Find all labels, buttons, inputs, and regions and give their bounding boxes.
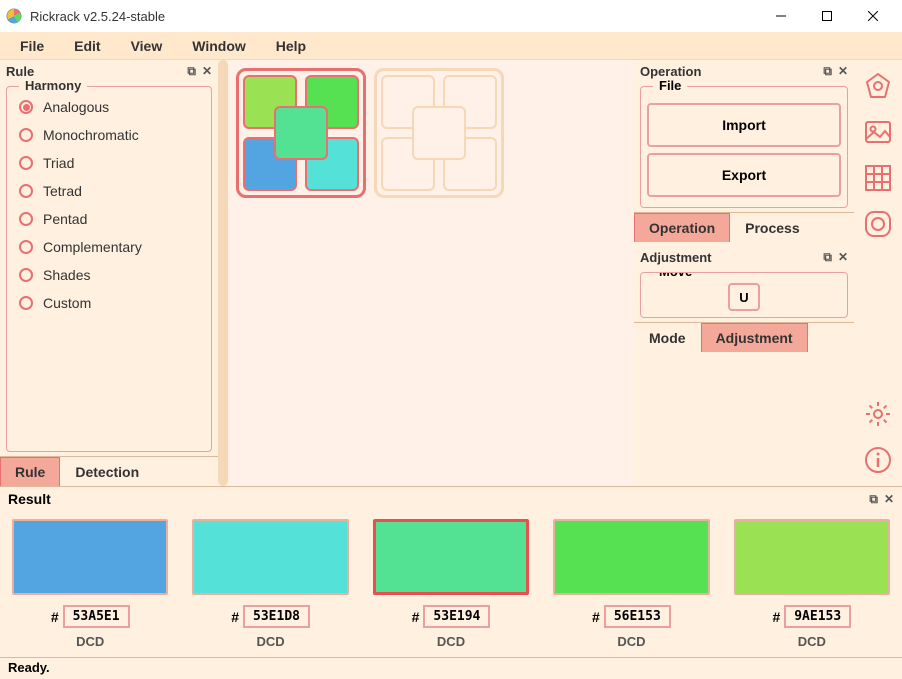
hex-value[interactable]: 53E194	[423, 605, 490, 628]
rule-panel: Rule ⧉ ✕ Harmony Analogous Monochromatic…	[0, 60, 218, 486]
detach-icon[interactable]: ⧉	[823, 64, 832, 79]
rgb-label: DCD	[617, 634, 645, 649]
harmony-legend: Harmony	[19, 78, 87, 93]
export-button[interactable]: Export	[647, 153, 841, 197]
operation-tabs: Operation Process	[634, 212, 854, 242]
rule-panel-title: Rule	[6, 64, 187, 79]
palette-preview-empty[interactable]	[374, 68, 504, 198]
color-swatch[interactable]	[12, 519, 168, 595]
maximize-button[interactable]	[804, 0, 850, 32]
result-swatch[interactable]: # 53E194DCD	[373, 519, 529, 649]
tool-sidebar	[854, 60, 902, 486]
gear-icon[interactable]	[860, 396, 896, 432]
result-title: Result	[8, 491, 869, 507]
import-button[interactable]: Import	[647, 103, 841, 147]
radio-triad[interactable]: Triad	[7, 149, 211, 177]
result-swatch[interactable]: # 9AE153DCD	[734, 519, 890, 649]
color-swatch[interactable]	[192, 519, 348, 595]
rgb-label: DCD	[76, 634, 104, 649]
close-icon[interactable]: ✕	[838, 64, 848, 79]
tab-rule[interactable]: Rule	[0, 457, 60, 486]
grid-icon[interactable]	[860, 160, 896, 196]
file-group: File Import Export	[640, 86, 848, 208]
file-legend: File	[653, 78, 687, 93]
radio-analogous[interactable]: Analogous	[7, 93, 211, 121]
color-swatch[interactable]	[373, 519, 529, 595]
tab-adjustment[interactable]: Adjustment	[701, 323, 808, 352]
result-swatch[interactable]: # 53E1D8DCD	[192, 519, 348, 649]
board-icon[interactable]	[860, 206, 896, 242]
detach-icon[interactable]: ⧉	[187, 64, 196, 79]
menubar: File Edit View Window Help	[0, 32, 902, 60]
menu-file[interactable]: File	[6, 34, 58, 58]
color-swatch[interactable]	[734, 519, 890, 595]
detach-icon[interactable]: ⧉	[823, 250, 832, 265]
detach-icon[interactable]: ⧉	[869, 492, 878, 507]
move-group: Move U	[640, 272, 848, 318]
rule-tabs: Rule Detection	[0, 456, 218, 486]
minimize-button[interactable]	[758, 0, 804, 32]
color-swatch[interactable]	[553, 519, 709, 595]
close-icon[interactable]: ✕	[838, 250, 848, 265]
wheel-icon[interactable]	[860, 68, 896, 104]
move-up-button[interactable]: U	[728, 283, 760, 311]
preview-swatch-center	[274, 106, 328, 160]
harmony-group: Harmony Analogous Monochromatic Triad Te…	[6, 86, 212, 452]
rgb-label: DCD	[257, 634, 285, 649]
status-bar: Ready.	[0, 657, 902, 679]
radio-monochromatic[interactable]: Monochromatic	[7, 121, 211, 149]
menu-help[interactable]: Help	[262, 34, 320, 58]
move-legend: Move	[653, 272, 698, 279]
adjustment-title: Adjustment	[640, 250, 823, 265]
operation-title: Operation	[640, 64, 823, 79]
menu-view[interactable]: View	[117, 34, 177, 58]
info-icon[interactable]	[860, 442, 896, 478]
radio-complementary[interactable]: Complementary	[7, 233, 211, 261]
radio-shades[interactable]: Shades	[7, 261, 211, 289]
hex-value[interactable]: 56E153	[604, 605, 671, 628]
menu-edit[interactable]: Edit	[60, 34, 114, 58]
radio-custom[interactable]: Custom	[7, 289, 211, 317]
hex-value[interactable]: 9AE153	[784, 605, 851, 628]
close-button[interactable]	[850, 0, 896, 32]
rgb-label: DCD	[798, 634, 826, 649]
close-icon[interactable]: ✕	[202, 64, 212, 79]
window-title: Rickrack v2.5.24-stable	[30, 9, 758, 24]
app-logo-icon	[6, 8, 22, 24]
menu-window[interactable]: Window	[178, 34, 260, 58]
rgb-label: DCD	[437, 634, 465, 649]
hex-value[interactable]: 53E1D8	[243, 605, 310, 628]
titlebar: Rickrack v2.5.24-stable	[0, 0, 902, 32]
image-icon[interactable]	[860, 114, 896, 150]
tab-operation[interactable]: Operation	[634, 213, 730, 242]
tab-mode[interactable]: Mode	[634, 323, 701, 352]
result-swatch[interactable]: # 53A5E1DCD	[12, 519, 168, 649]
palette-preview-active[interactable]	[236, 68, 366, 198]
scrollbar[interactable]	[218, 60, 228, 486]
result-swatch[interactable]: # 56E153DCD	[553, 519, 709, 649]
adjustment-tabs: Mode Adjustment	[634, 322, 854, 352]
close-icon[interactable]: ✕	[884, 492, 894, 507]
hex-value[interactable]: 53A5E1	[63, 605, 130, 628]
result-panel: Result ⧉ ✕ # 53A5E1DCD# 53E1D8DCD# 53E19…	[0, 486, 902, 657]
canvas-area[interactable]	[228, 60, 634, 486]
radio-tetrad[interactable]: Tetrad	[7, 177, 211, 205]
radio-pentad[interactable]: Pentad	[7, 205, 211, 233]
tab-detection[interactable]: Detection	[60, 457, 154, 486]
tab-process[interactable]: Process	[730, 213, 814, 242]
operation-panel: Operation ⧉ ✕ File Import Export Operati…	[634, 60, 854, 486]
